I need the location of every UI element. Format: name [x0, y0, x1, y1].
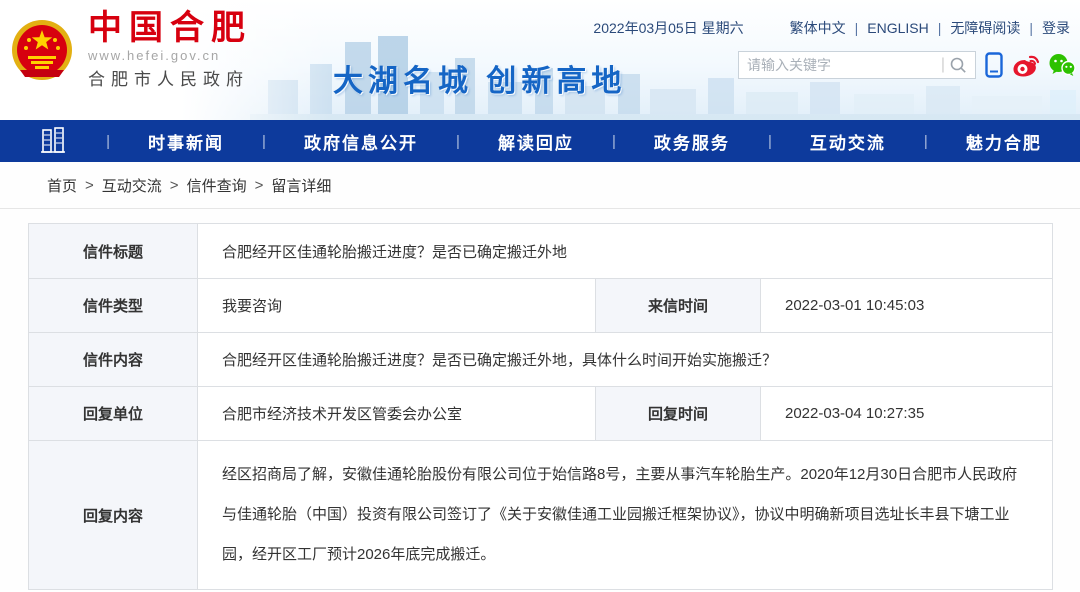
reply-content-label: 回复内容	[29, 441, 198, 590]
mobile-icon[interactable]	[984, 52, 1004, 78]
reply-time-label: 回复时间	[596, 387, 761, 441]
twin-towers-building-icon	[38, 126, 68, 156]
main-content: 首页 > 互动交流 > 信件查询 > 留言详细 信件标题 合肥经开区佳通轮胎搬迁…	[0, 162, 1080, 590]
breadcrumb: 首页 > 互动交流 > 信件查询 > 留言详细	[0, 162, 1080, 208]
nav-item-news[interactable]: 时事新闻	[148, 129, 224, 154]
national-emblem-icon	[10, 18, 74, 82]
link-english[interactable]: ENGLISH	[867, 20, 928, 36]
table-row: 回复单位 合肥市经济技术开发区管委会办公室 回复时间 2022-03-04 10…	[29, 387, 1053, 441]
link-separator: |	[855, 20, 859, 36]
search-divider: |	[941, 56, 945, 74]
letter-content-value: 合肥经开区佳通轮胎搬迁进度？是否已确定搬迁外地，具体什么时间开始实施搬迁？	[198, 333, 1053, 387]
link-separator: |	[938, 20, 942, 36]
site-title: 中国合肥	[88, 10, 252, 46]
table-row: 信件标题 合肥经开区佳通轮胎搬迁进度？是否已确定搬迁外地	[29, 224, 1053, 279]
letter-type-label: 信件类型	[29, 279, 198, 333]
letter-content-label: 信件内容	[29, 333, 198, 387]
table-row: 信件类型 我要咨询 来信时间 2022-03-01 10:45:03	[29, 279, 1053, 333]
table-row: 回复内容 经区招商局了解，安徽佳通轮胎股份有限公司位于始信路8号，主要从事汽车轮…	[29, 441, 1053, 590]
search-input[interactable]	[747, 57, 941, 73]
search-box[interactable]: |	[738, 51, 976, 79]
nav-separator: |	[924, 133, 928, 150]
weibo-icon[interactable]	[1012, 52, 1040, 78]
breadcrumb-home[interactable]: 首页	[47, 175, 77, 196]
site-logo[interactable]: 中国合肥 www.hefei.gov.cn 合肥市人民政府	[10, 10, 252, 90]
nav-separator: |	[106, 133, 110, 150]
letter-type-value: 我要咨询	[198, 279, 596, 333]
reply-unit-value: 合肥市经济技术开发区管委会办公室	[198, 387, 596, 441]
reply-time-value: 2022-03-04 10:27:35	[761, 387, 1053, 441]
breadcrumb-letter-query[interactable]: 信件查询	[187, 175, 247, 196]
letter-title-label: 信件标题	[29, 224, 198, 279]
received-time-label: 来信时间	[596, 279, 761, 333]
main-navbar: | 时事新闻 | 政府信息公开 | 解读回应 | 政务服务 | 互动交流 | 魅…	[0, 120, 1080, 162]
link-separator: |	[1029, 20, 1033, 36]
nav-separator: |	[262, 133, 266, 150]
breadcrumb-separator: >	[170, 177, 179, 194]
link-traditional-chinese[interactable]: 繁体中文	[790, 18, 846, 38]
link-login[interactable]: 登录	[1042, 18, 1070, 38]
table-row: 信件内容 合肥经开区佳通轮胎搬迁进度？是否已确定搬迁外地，具体什么时间开始实施搬…	[29, 333, 1053, 387]
site-url: www.hefei.gov.cn	[88, 48, 252, 63]
received-time-value: 2022-03-01 10:45:03	[761, 279, 1053, 333]
nav-item-interpretation[interactable]: 解读回应	[498, 129, 574, 154]
letter-detail-table: 信件标题 合肥经开区佳通轮胎搬迁进度？是否已确定搬迁外地 信件类型 我要咨询 来…	[28, 223, 1053, 590]
reply-unit-label: 回复单位	[29, 387, 198, 441]
letter-title-value: 合肥经开区佳通轮胎搬迁进度？是否已确定搬迁外地	[198, 224, 1053, 279]
breadcrumb-separator: >	[85, 177, 94, 194]
site-subtitle: 合肥市人民政府	[88, 65, 252, 90]
search-icon[interactable]	[949, 56, 967, 74]
nav-separator: |	[456, 133, 460, 150]
nav-item-gov-info[interactable]: 政府信息公开	[304, 129, 418, 154]
city-slogan: 大湖名城 创新高地	[333, 56, 626, 100]
breadcrumb-interaction[interactable]: 互动交流	[102, 175, 162, 196]
header-top-links: 2022年03月05日 星期六 繁体中文 | ENGLISH | 无障碍阅读 |…	[593, 18, 1070, 38]
breadcrumb-current: 留言详细	[271, 175, 331, 196]
breadcrumb-divider	[0, 208, 1080, 209]
reply-content-value: 经区招商局了解，安徽佳通轮胎股份有限公司位于始信路8号，主要从事汽车轮胎生产。2…	[198, 441, 1053, 590]
nav-separator: |	[612, 133, 616, 150]
search-row: |	[738, 51, 1076, 79]
link-accessibility[interactable]: 无障碍阅读	[950, 18, 1020, 38]
site-banner: 中国合肥 www.hefei.gov.cn 合肥市人民政府 大湖名城 创新高地 …	[0, 0, 1080, 120]
current-date: 2022年03月05日 星期六	[593, 18, 743, 38]
nav-item-services[interactable]: 政务服务	[654, 129, 730, 154]
breadcrumb-separator: >	[255, 177, 264, 194]
home-nav[interactable]	[38, 126, 68, 156]
wechat-icon[interactable]	[1048, 52, 1076, 78]
nav-item-charm-hefei[interactable]: 魅力合肥	[966, 129, 1042, 154]
nav-item-interaction[interactable]: 互动交流	[810, 129, 886, 154]
nav-separator: |	[768, 133, 772, 150]
